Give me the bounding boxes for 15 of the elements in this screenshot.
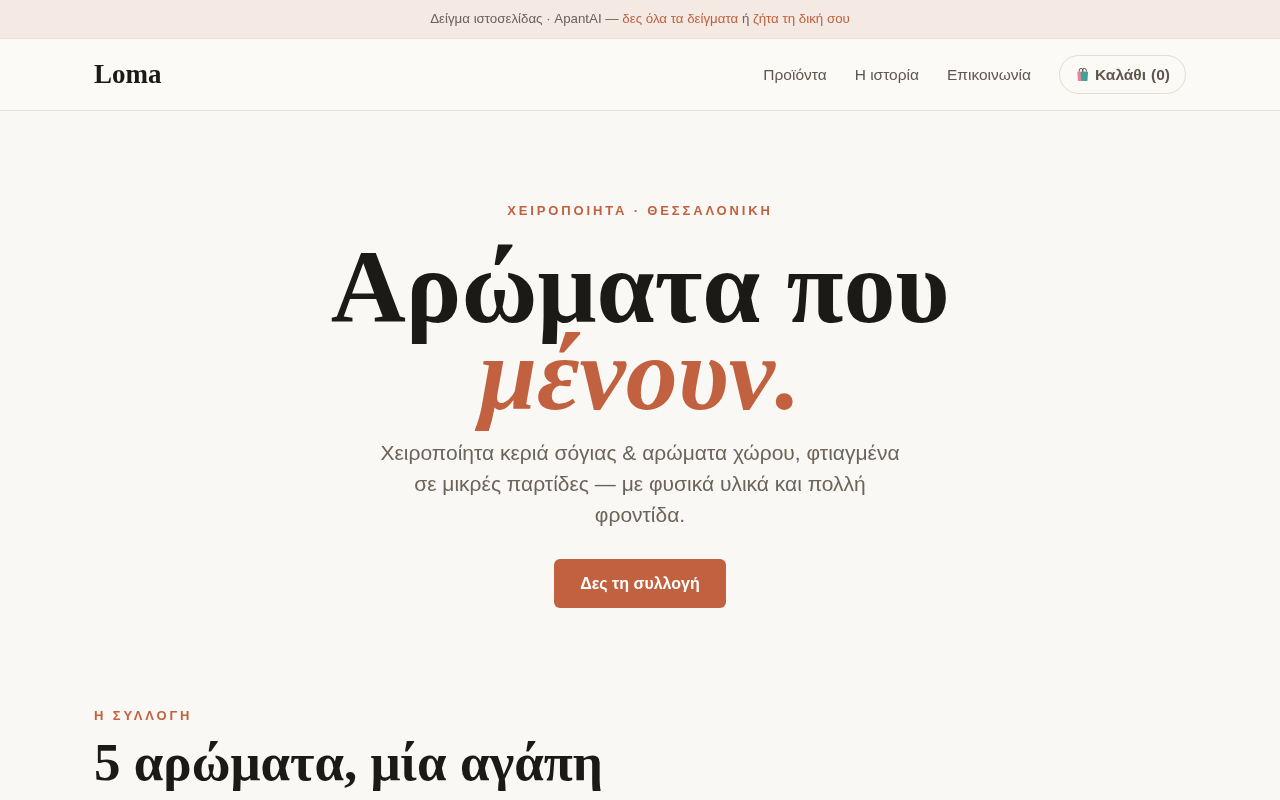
nav-link[interactable]: Επικοινωνία xyxy=(946,62,1032,87)
section-eyebrow: Η ΣΥΛΛΟΓΗ xyxy=(94,707,194,725)
hero-description: Χειροποίητα κεριά σόγιας & αρώματα χώρου, φτιαγμένα σε μικρές παρτίδες — με φυσικά υλικά και πολλή φροντίδα. xyxy=(379,440,901,528)
hero-eyebrow: ΧΕΙΡΟΠΟΙΗΤΑ · ΘΕΣΣΑΛΟΝΙΚΗ xyxy=(507,202,773,220)
samples-link[interactable]: δες όλα τα δείγματα xyxy=(622,11,739,27)
section-title: 5 αρώματα, μία αγάπη xyxy=(94,732,604,792)
request-link[interactable]: ζήτα τη δική σου xyxy=(753,11,850,27)
nav-link[interactable]: Η ιστορία xyxy=(854,62,919,87)
announcement-text: Δείγμα ιστοσελίδας · ApantAI — δες όλα τα δείγματα ή ζήτα τη δική σου xyxy=(430,10,850,29)
hero-title: Αρώματα που μένουν. xyxy=(330,229,950,431)
shopping-bag-icon xyxy=(1075,67,1091,82)
nav-link[interactable]: Προϊόντα xyxy=(763,62,827,87)
cart-button[interactable]: Καλάθι (0) xyxy=(1059,55,1186,94)
logo[interactable]: Loma xyxy=(94,54,162,95)
view-collection-button[interactable]: Δες τη συλλογή xyxy=(554,559,726,608)
